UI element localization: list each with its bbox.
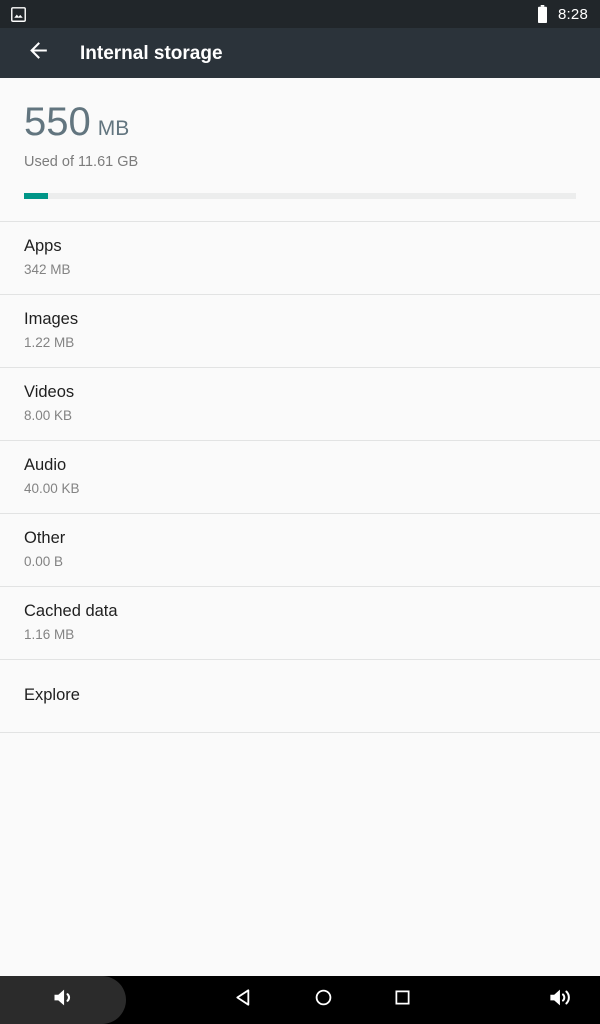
list-item-size: 40.00 KB — [24, 481, 80, 497]
image-notification-icon — [10, 6, 27, 23]
list-item[interactable]: Images 1.22 MB — [0, 294, 600, 368]
status-bar-notifications — [10, 6, 27, 23]
volume-up-button[interactable] — [521, 976, 600, 1024]
volume-down-icon — [50, 984, 77, 1016]
back-button[interactable] — [18, 33, 58, 73]
storage-used-value: 550 — [24, 100, 91, 144]
list-item[interactable]: Apps 342 MB — [0, 221, 600, 295]
nav-home-button[interactable] — [284, 976, 363, 1024]
list-item-title: Other — [24, 529, 66, 547]
nav-back-button[interactable] — [205, 976, 284, 1024]
list-item[interactable]: Other 0.00 B — [0, 513, 600, 587]
status-bar-clock: 8:28 — [558, 5, 588, 23]
status-bar: 8:28 — [0, 0, 600, 28]
app-bar: Internal storage — [0, 28, 600, 78]
list-item-size: 0.00 B — [24, 554, 64, 570]
list-item-size: 8.00 KB — [24, 408, 73, 424]
volume-down-button[interactable] — [0, 976, 126, 1024]
list-item[interactable]: Explore — [0, 659, 600, 733]
list-item-title: Apps — [24, 237, 62, 255]
volume-up-icon — [547, 984, 574, 1016]
storage-progress-bar — [24, 192, 576, 199]
android-screen: 8:28 Internal storage 550 MB Used of 11.… — [0, 0, 600, 1024]
list-item-title: Explore — [24, 686, 80, 705]
storage-category-list: Apps 342 MB Images 1.22 MB Videos 8.00 KB Audi… — [0, 220, 600, 733]
list-item-size: 1.22 MB — [24, 335, 75, 351]
storage-used-amount: 550 MB — [24, 102, 576, 142]
nav-recents-icon — [392, 987, 413, 1013]
nav-recents-button[interactable] — [363, 976, 442, 1024]
back-arrow-icon — [26, 38, 51, 68]
list-item-title: Cached data — [24, 602, 118, 620]
nav-back-icon — [233, 986, 256, 1014]
list-item-title: Videos — [24, 383, 75, 401]
list-item-title: Audio — [24, 456, 67, 474]
navigation-bar — [0, 976, 600, 1024]
page-title: Internal storage — [80, 42, 223, 64]
nav-home-icon — [312, 986, 335, 1014]
storage-used-unit: MB — [97, 117, 130, 140]
content-area: 550 MB Used of 11.61 GB Apps 342 MB Images… — [0, 78, 600, 976]
battery-full-icon — [537, 5, 548, 23]
list-item[interactable]: Cached data 1.16 MB — [0, 586, 600, 660]
status-bar-system: 8:28 — [537, 5, 588, 23]
list-item-title: Images — [24, 310, 79, 328]
storage-total-label: Used of 11.61 GB — [24, 154, 139, 170]
list-item-size: 1.16 MB — [24, 627, 75, 643]
storage-summary: 550 MB Used of 11.61 GB — [0, 78, 600, 199]
list-item[interactable]: Audio 40.00 KB — [0, 440, 600, 514]
list-item[interactable]: Videos 8.00 KB — [0, 367, 600, 441]
list-item-size: 342 MB — [24, 262, 71, 278]
storage-progress-fill — [24, 192, 49, 199]
